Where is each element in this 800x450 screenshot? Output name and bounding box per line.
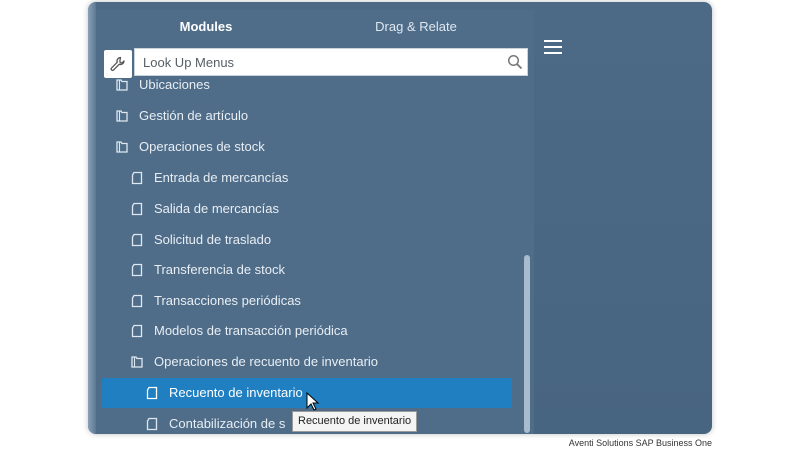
document-icon xyxy=(146,417,158,431)
menu-item[interactable]: Ubicaciones xyxy=(102,78,512,100)
document-icon xyxy=(131,324,143,338)
wrench-button[interactable] xyxy=(104,50,132,78)
search-box xyxy=(134,48,528,76)
watermark: Aventi Solutions SAP Business One xyxy=(568,438,712,448)
wrench-icon xyxy=(110,56,125,71)
menu-item-label: Operaciones de recuento de inventario xyxy=(154,354,379,369)
menu-item[interactable]: Salida de mercancías xyxy=(102,194,512,224)
menu-item-label: Ubicaciones xyxy=(139,78,210,92)
menu-tree: Ubicaciones Gestión de artículo Operacio… xyxy=(96,78,516,434)
menu-item[interactable]: Modelos de transacción periódica xyxy=(102,316,512,346)
menu-item[interactable]: Operaciones de recuento de inventario xyxy=(102,347,512,377)
document-icon xyxy=(131,263,143,277)
document-icon xyxy=(131,233,143,247)
menu-item-label: Gestión de artículo xyxy=(139,108,249,123)
document-icon xyxy=(146,386,158,400)
menu-item[interactable]: Gestión de artículo xyxy=(102,101,512,131)
menu-item-label: Recuento de inventario xyxy=(169,385,303,400)
folder-icon xyxy=(131,356,143,368)
folder-icon xyxy=(116,79,128,91)
search-input[interactable] xyxy=(135,49,499,75)
menu-panel: Modules Drag & Relate Ubicaciones Gestió… xyxy=(96,10,534,434)
menu-item-label: Transacciones periódicas xyxy=(154,293,301,308)
document-icon xyxy=(131,294,143,308)
document-icon xyxy=(131,202,143,216)
menu-item-label: Entrada de mercancías xyxy=(154,170,289,185)
menu-item[interactable]: Transacciones periódicas xyxy=(102,286,512,316)
menu-item-label: Transferencia de stock xyxy=(154,262,286,277)
search-icon[interactable] xyxy=(507,54,523,70)
folder-icon xyxy=(116,110,128,122)
tab-drag-relate[interactable]: Drag & Relate xyxy=(336,10,496,44)
document-icon xyxy=(131,171,143,185)
tooltip: Recuento de inventario xyxy=(292,411,418,432)
folder-icon xyxy=(116,141,128,153)
menu-item[interactable]: Entrada de mercancías xyxy=(102,163,512,193)
mouse-pointer-icon xyxy=(306,392,320,411)
hamburger-menu-icon[interactable] xyxy=(544,40,562,56)
menu-item[interactable]: Transferencia de stock xyxy=(102,255,512,285)
scrollbar-thumb[interactable] xyxy=(524,255,530,433)
tab-modules[interactable]: Modules xyxy=(146,10,266,44)
menu-item-label: Contabilización de s xyxy=(169,416,286,431)
menu-item[interactable]: Operaciones de stock xyxy=(102,132,512,162)
window-edge xyxy=(88,2,96,434)
menu-item[interactable]: Solicitud de traslado xyxy=(102,225,512,255)
tab-bar: Modules Drag & Relate xyxy=(96,10,534,44)
menu-item-label: Solicitud de traslado xyxy=(154,232,272,247)
app-window: Modules Drag & Relate Ubicaciones Gestió… xyxy=(88,2,712,434)
menu-item-label: Salida de mercancías xyxy=(154,201,280,216)
menu-item-label: Operaciones de stock xyxy=(139,139,265,154)
menu-item-label: Modelos de transacción periódica xyxy=(154,323,348,338)
